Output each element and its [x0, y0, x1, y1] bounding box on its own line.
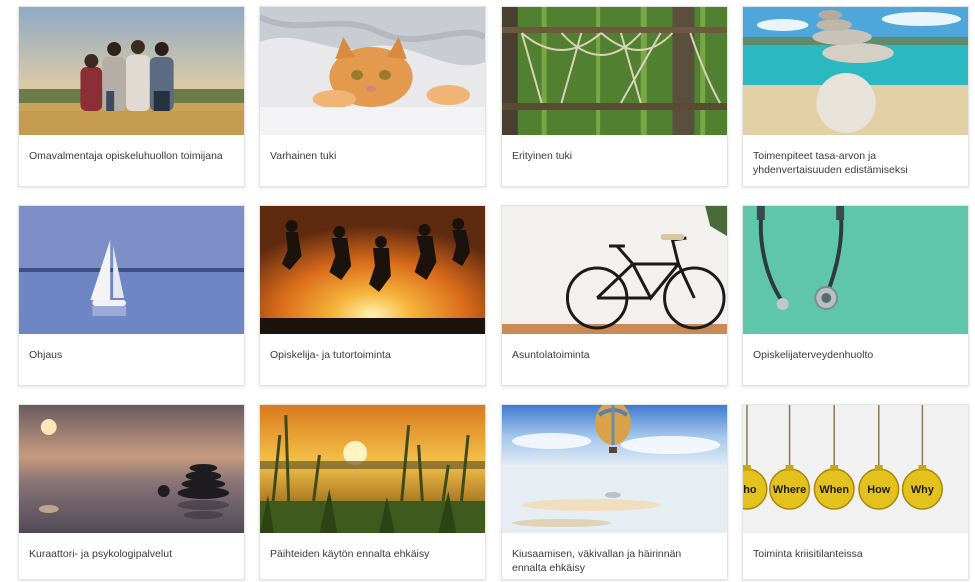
card-opiskelija-tutortoiminta[interactable]: Opiskelija- ja tutortoiminta: [259, 205, 486, 386]
card-label: Toiminta kriisitilanteissa: [753, 548, 863, 560]
card-kriisitilanteet[interactable]: ho Where When How Why Toiminta kriisitil…: [742, 404, 969, 580]
ornament-word: Where: [773, 484, 806, 496]
zen-stones-sunset-photo[interactable]: [19, 405, 244, 533]
reeds-sunset-photo[interactable]: [260, 405, 485, 533]
bicycle-against-wall-photo[interactable]: [502, 206, 727, 334]
card-kiusaaminen[interactable]: Kiusaamisen, väkivallan ja häirinnän enn…: [501, 404, 728, 580]
balanced-stones-beach-photo[interactable]: [743, 7, 968, 135]
jumping-people-sunset-photo[interactable]: [260, 206, 485, 334]
card-varhainen-tuki[interactable]: Varhainen tuki: [259, 6, 486, 187]
rope-course-forest-photo[interactable]: [502, 7, 727, 135]
card-asuntolatoiminta[interactable]: Asuntolatoiminta: [501, 205, 728, 386]
card-omavalmentaja[interactable]: Omavalmentaja opiskeluhuollon toimijana: [18, 6, 245, 187]
card-label: Kiusaamisen, väkivallan ja häirinnän enn…: [512, 548, 682, 574]
ornament-word: ho: [743, 484, 757, 496]
kitten-under-blanket-photo[interactable]: [260, 7, 485, 135]
ornament-word: How: [867, 484, 890, 496]
card-opiskelijaterveydenhuolto[interactable]: Opiskelijaterveydenhuolto: [742, 205, 969, 386]
hot-air-balloon-photo[interactable]: [502, 405, 727, 533]
question-word-ornaments-photo[interactable]: ho Where When How Why: [743, 405, 968, 533]
family-in-field-photo[interactable]: [19, 7, 244, 135]
card-tasa-arvo[interactable]: Toimenpiteet tasa-arvon ja yhdenvertaisu…: [742, 6, 969, 187]
ornament-word: When: [819, 484, 849, 496]
card-label: Erityinen tuki: [512, 150, 573, 162]
card-label: Ohjaus: [29, 349, 63, 361]
sailboat-lake-photo[interactable]: [19, 206, 244, 334]
ornament-word: Why: [911, 484, 935, 496]
card-kuraattori-psykologi[interactable]: Kuraattori- ja psykologipalvelut: [18, 404, 245, 580]
card-label: Varhainen tuki: [270, 150, 337, 162]
card-label: Toimenpiteet tasa-arvon ja yhdenvertaisu…: [753, 150, 908, 176]
card-erityinen-tuki[interactable]: Erityinen tuki: [501, 6, 728, 187]
stethoscope-photo[interactable]: [743, 206, 968, 334]
card-label: Kuraattori- ja psykologipalvelut: [29, 548, 172, 560]
card-label: Opiskelija- ja tutortoiminta: [270, 349, 391, 361]
card-ohjaus[interactable]: Ohjaus: [18, 205, 245, 386]
card-label: Päihteiden käytön ennalta ehkäisy: [270, 548, 430, 560]
card-label: Asuntolatoiminta: [512, 349, 590, 361]
card-label: Opiskelijaterveydenhuolto: [753, 349, 874, 361]
card-label: Omavalmentaja opiskeluhuollon toimijana: [29, 150, 223, 162]
card-paihteet[interactable]: Päihteiden käytön ennalta ehkäisy: [259, 404, 486, 580]
